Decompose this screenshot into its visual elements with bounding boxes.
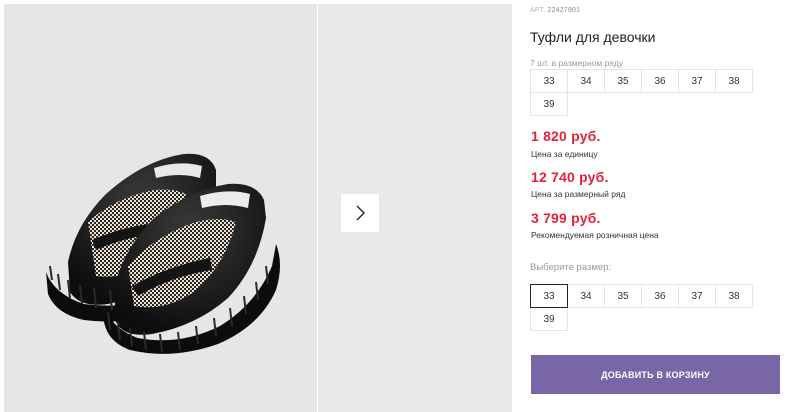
size-option-36[interactable]: 36 bbox=[641, 284, 679, 308]
add-to-cart-button[interactable]: ДОБАВИТЬ В КОРЗИНУ bbox=[531, 355, 780, 394]
retail-price: 3 799 руб. bbox=[531, 210, 601, 226]
size-row-cell: 36 bbox=[641, 69, 679, 93]
size-option-38[interactable]: 38 bbox=[715, 284, 753, 308]
size-selector: 33 34 35 36 37 38 39 bbox=[530, 284, 759, 331]
size-select-prompt: Выберите размер: bbox=[530, 262, 612, 273]
unit-price-label: Цена за единицу bbox=[531, 149, 598, 159]
unit-price: 1 820 руб. bbox=[531, 128, 601, 144]
next-image-button[interactable] bbox=[341, 194, 379, 232]
size-row-cell: 34 bbox=[567, 69, 605, 93]
product-sku: АРТ. 22427901 bbox=[530, 7, 580, 14]
product-info: АРТ. 22427901 Туфли для девочки 7 шт. в … bbox=[530, 0, 792, 412]
size-row-note: 7 шт. в размерном ряду bbox=[530, 58, 624, 68]
size-option-33[interactable]: 33 bbox=[530, 284, 568, 308]
size-option-35[interactable]: 35 bbox=[604, 284, 642, 308]
size-row-cell: 39 bbox=[530, 92, 568, 116]
size-row-grid: 33 34 35 36 37 38 39 bbox=[530, 69, 759, 116]
product-photo[interactable] bbox=[4, 4, 317, 412]
retail-price-label: Рекомендуемая розничная цена bbox=[531, 230, 659, 240]
size-row-cell: 35 bbox=[604, 69, 642, 93]
product-title: Туфли для девочки bbox=[530, 29, 656, 45]
size-option-39[interactable]: 39 bbox=[530, 307, 568, 331]
loafers-image bbox=[46, 153, 280, 354]
product-gallery bbox=[0, 0, 512, 412]
size-option-37[interactable]: 37 bbox=[678, 284, 716, 308]
chevron-right-icon bbox=[356, 205, 365, 221]
size-row-cell: 37 bbox=[678, 69, 716, 93]
row-price: 12 740 руб. bbox=[531, 169, 609, 185]
sku-label: АРТ. bbox=[530, 7, 546, 14]
size-option-34[interactable]: 34 bbox=[567, 284, 605, 308]
sku-value: 22427901 bbox=[547, 7, 581, 14]
size-row-cell: 33 bbox=[530, 69, 568, 93]
row-price-label: Цена за размерный ряд bbox=[531, 189, 626, 199]
size-row-cell: 38 bbox=[715, 69, 753, 93]
